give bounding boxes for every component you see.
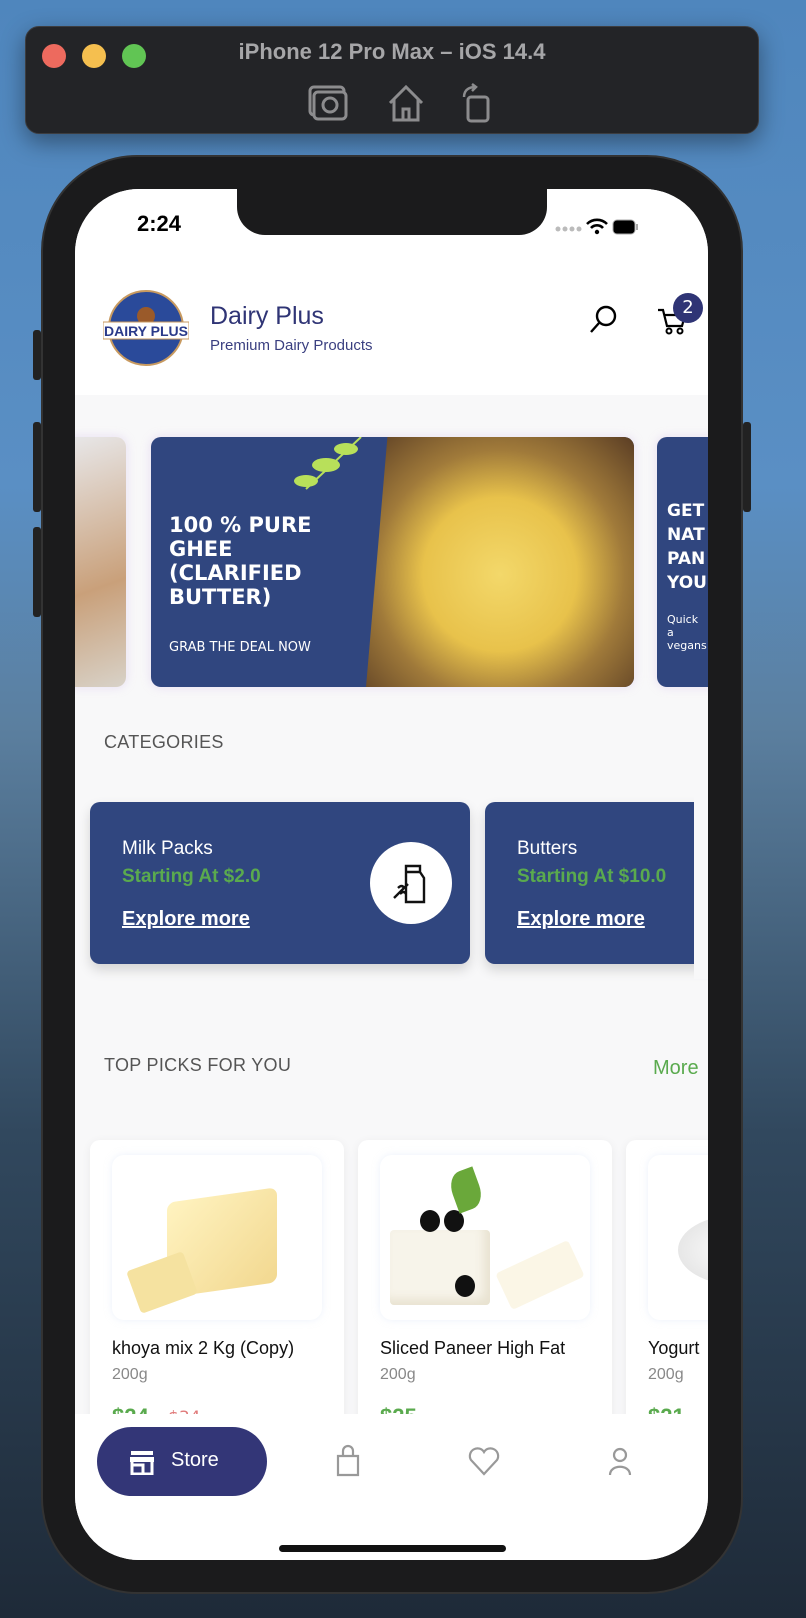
category-name: Milk Packs [122,838,213,859]
simulator-title: iPhone 12 Pro Max – iOS 14.4 [238,39,546,64]
dairy-plus-logo: DAIRY PLUS [103,290,189,366]
product-image-butter [112,1155,322,1320]
power-button [743,422,751,512]
product-weight: 200g [380,1366,416,1383]
categories-title: CATEGORIES [104,732,224,752]
store-label: Store [171,1449,219,1471]
status-icons [555,218,638,235]
banner-next-cta: Quick a vegans [667,613,707,652]
category-card-milk-packs[interactable]: Milk Packs Starting At $2.0 Explore more [90,802,470,964]
brand-subtitle: Premium Dairy Products [210,337,373,354]
app-screen: 2:24 DAIRY PLUS Dairy Plus Premium Dairy… [75,189,708,1560]
status-time: 2:24 [137,211,182,236]
explore-more-link[interactable]: Explore more [122,908,250,931]
product-weight: 200g [112,1366,148,1383]
screenshot-icon[interactable] [306,83,350,123]
nav-store-tab[interactable]: Store [97,1427,267,1496]
product-weight: 200g [648,1366,684,1383]
product-image-yogurt [648,1155,708,1320]
cart-count-badge: 2 [673,293,703,323]
banner-next[interactable]: GET NAT PAN YOU Quick a vegans [657,437,708,687]
product-name: Sliced Paneer High Fat [380,1338,566,1358]
explore-more-link[interactable]: Explore more [517,908,645,931]
battery-icon [612,219,638,235]
category-price: Starting At $2.0 [122,866,261,887]
volume-up-button [33,422,41,512]
brand-title: Dairy Plus [210,302,324,330]
profile-icon[interactable] [603,1444,637,1478]
category-name: Butters [517,838,578,859]
bottom-nav: Store [75,1414,708,1560]
banner-cta[interactable]: GRAB THE DEAL NOW [169,640,311,655]
ghee-jar-image [366,437,634,687]
app-header: 2:24 DAIRY PLUS Dairy Plus Premium Dairy… [75,189,708,395]
product-card[interactable]: Yogurt 200g $21 [626,1140,708,1440]
product-name: Yogurt [648,1338,700,1358]
product-image-paneer [380,1155,590,1320]
home-indicator[interactable] [279,1545,506,1552]
home-icon[interactable] [384,83,428,123]
store-icon [130,1451,154,1475]
product-card[interactable]: Sliced Paneer High Fat 200g $25 [358,1140,612,1440]
search-icon[interactable] [587,303,619,335]
heart-icon[interactable] [467,1444,501,1478]
volume-down-button [33,527,41,617]
category-scroll-mask [694,789,708,979]
banner-next-headline: GET NAT PAN YOU [667,501,707,593]
banner-ghee[interactable]: 100 % PURE GHEE (CLARIFIED BUTTER) GRAB … [151,437,634,687]
product-name: khoya mix 2 Kg (Copy) [112,1338,295,1358]
product-card[interactable]: khoya mix 2 Kg (Copy) 200g $24 $34 [90,1140,344,1440]
category-price: Starting At $10.0 [517,866,667,887]
top-picks-title: TOP PICKS FOR YOU [104,1055,292,1075]
leaf-decoration [294,437,362,490]
svg-text:DAIRY PLUS: DAIRY PLUS [104,323,188,339]
signal-icon [555,226,582,232]
shopping-bag-icon[interactable] [331,1444,365,1478]
simulator-titlebar: iPhone 12 Pro Max – iOS 14.4 [25,26,759,134]
rotate-icon[interactable] [456,83,500,123]
mute-switch [33,330,41,380]
banner-headline: 100 % PURE GHEE (CLARIFIED BUTTER) [169,513,312,609]
milk-pack-icon [370,842,452,924]
wifi-icon [586,218,608,229]
banner-previous[interactable] [75,437,126,687]
more-link[interactable]: More [653,1057,699,1080]
category-card-butters[interactable]: Butters Starting At $10.0 Explore more [485,802,708,964]
notch [237,189,547,235]
